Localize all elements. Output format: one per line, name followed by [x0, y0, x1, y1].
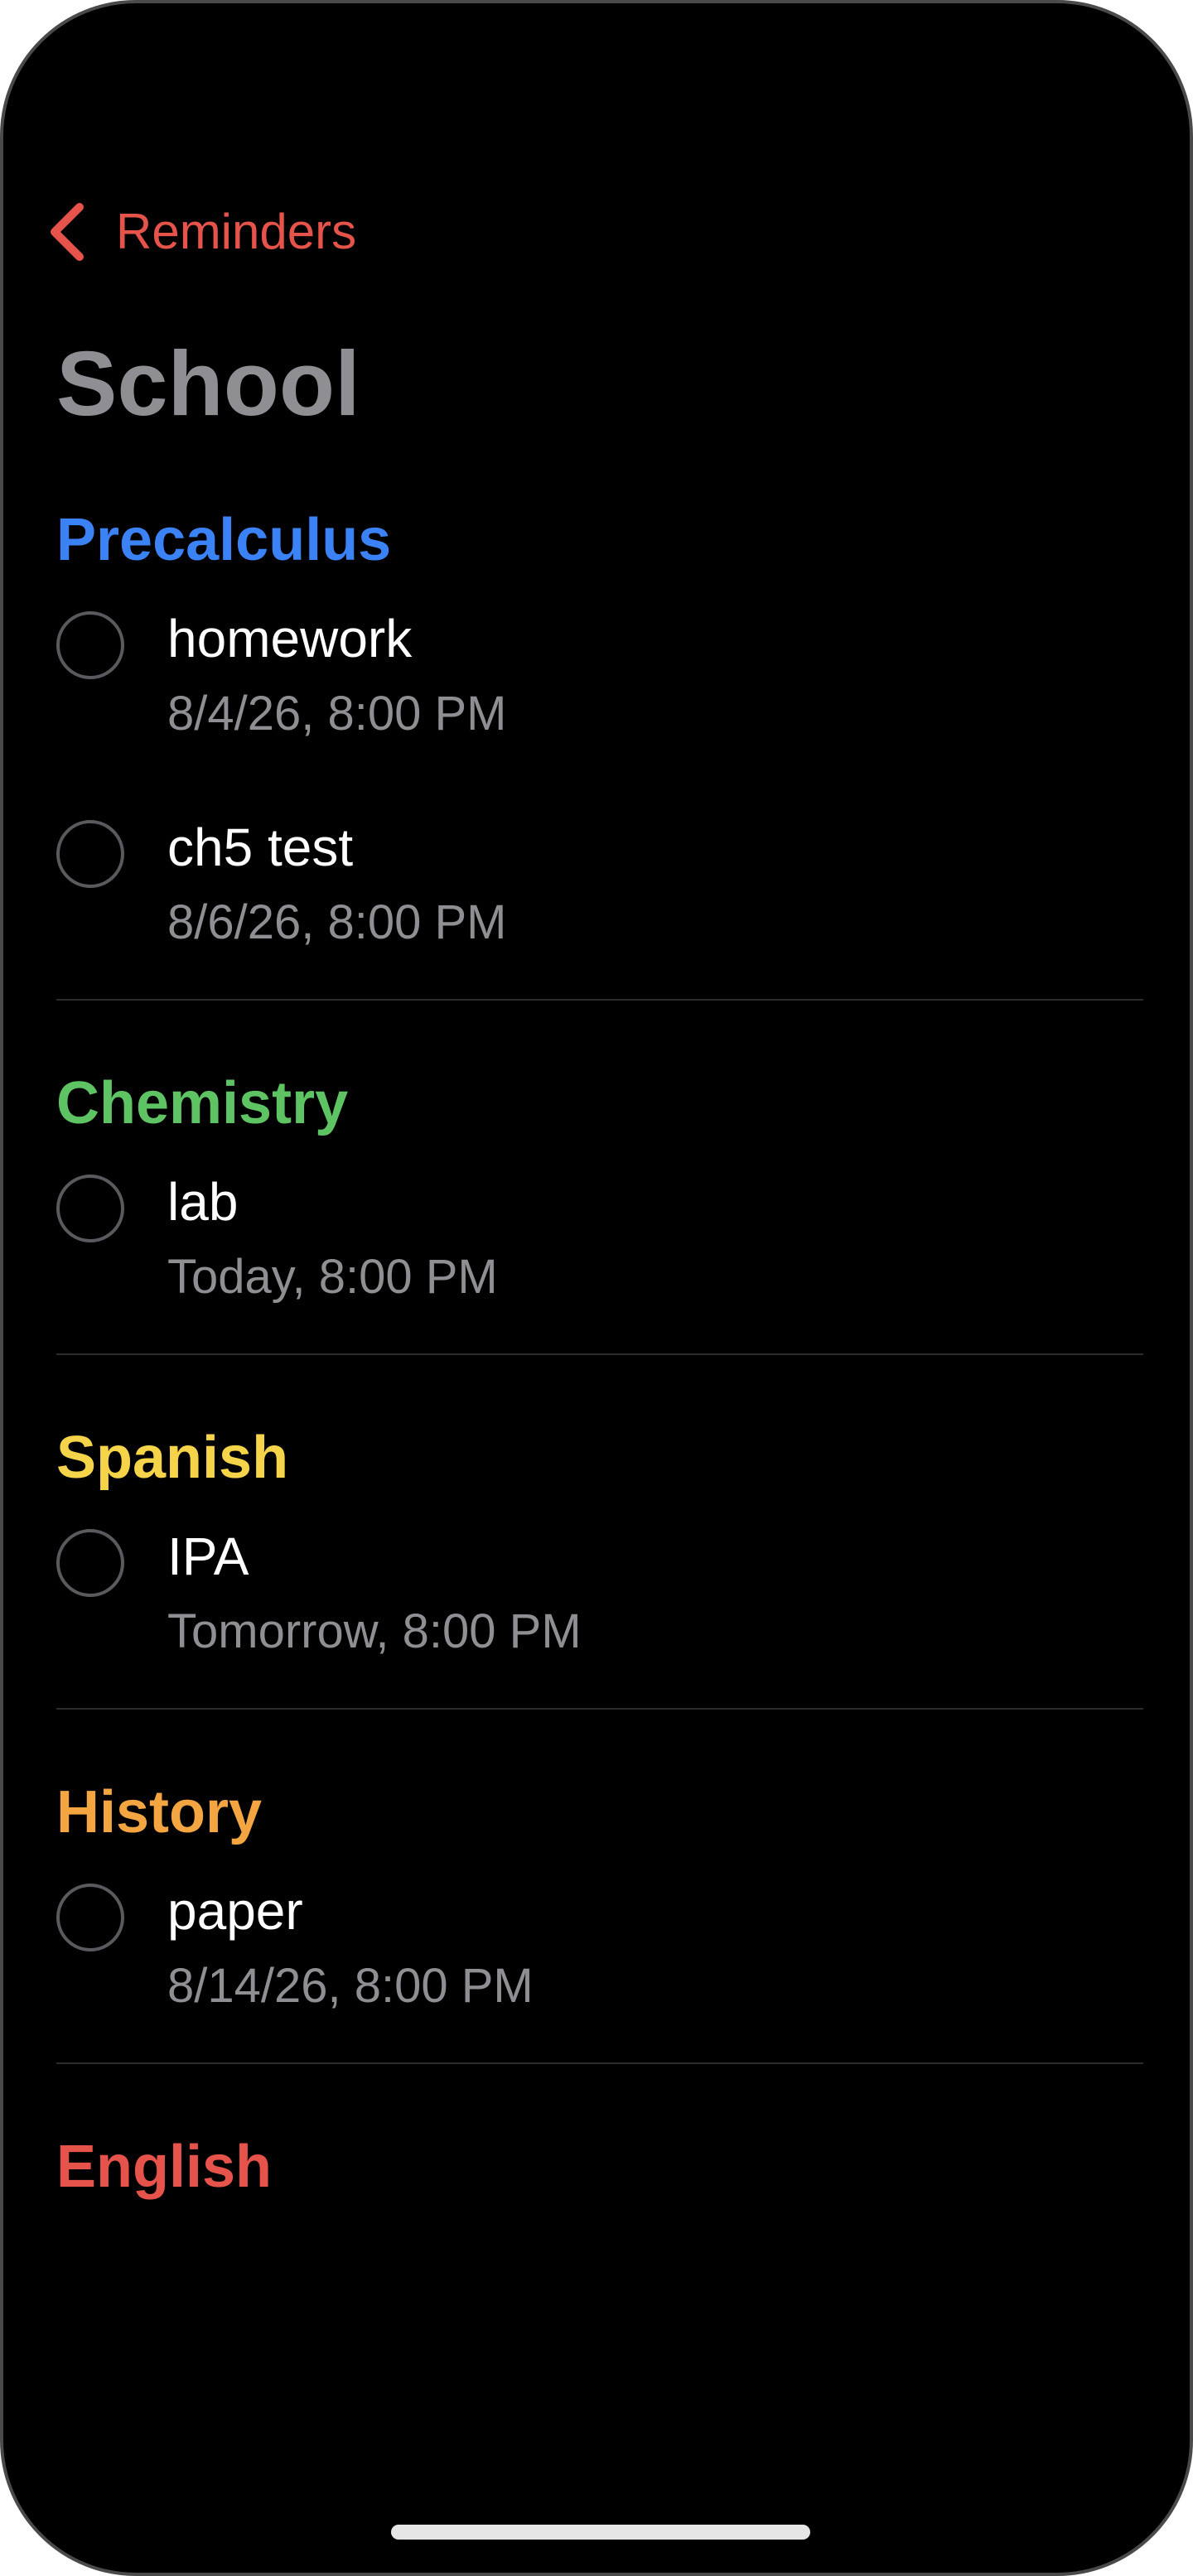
reminder-date: 8/6/26, 8:00 PM	[167, 895, 507, 949]
empty-circle-icon[interactable]	[56, 1884, 124, 1951]
reminder-title[interactable]: ch5 test	[167, 810, 353, 885]
reminder-title[interactable]: IPA	[167, 1519, 249, 1594]
empty-circle-icon[interactable]	[56, 820, 124, 888]
phone-screen: Reminders School Precalculus homework 8/…	[0, 0, 1193, 2576]
reminder-title[interactable]: lab	[167, 1165, 238, 1239]
chevron-left-icon	[46, 202, 85, 262]
back-button[interactable]: Reminders	[46, 192, 356, 272]
section-title[interactable]: History	[56, 1771, 1190, 1854]
section-chemistry: Chemistry lab Today, 8:00 PM	[3, 1001, 1190, 1355]
section-spanish: Spanish IPA Tomorrow, 8:00 PM	[3, 1355, 1190, 1710]
reminder-date: Today, 8:00 PM	[167, 1250, 498, 1304]
section-title[interactable]: Spanish	[56, 1416, 1190, 1499]
reminder-date: 8/14/26, 8:00 PM	[167, 1959, 534, 2013]
section-title[interactable]: English	[56, 2125, 1190, 2208]
empty-circle-icon[interactable]	[56, 611, 124, 679]
reminder-title[interactable]: paper	[167, 1874, 303, 1948]
section-history: History paper 8/14/26, 8:00 PM	[3, 1710, 1190, 2064]
reminder-item[interactable]: paper 8/14/26, 8:00 PM	[3, 1874, 1190, 2062]
reminder-sections: Precalculus homework 8/4/26, 8:00 PM ch5…	[3, 499, 1190, 2208]
page-title: School	[56, 333, 360, 435]
back-button-label: Reminders	[116, 204, 357, 259]
reminder-item[interactable]: IPA Tomorrow, 8:00 PM	[3, 1519, 1190, 1708]
reminder-item[interactable]: lab Today, 8:00 PM	[3, 1165, 1190, 1353]
section-title[interactable]: Precalculus	[56, 499, 1190, 581]
reminder-date: 8/4/26, 8:00 PM	[167, 687, 507, 740]
section-precalculus: Precalculus homework 8/4/26, 8:00 PM ch5…	[3, 499, 1190, 1001]
section-english: English	[3, 2064, 1190, 2208]
reminder-item[interactable]: homework 8/4/26, 8:00 PM	[3, 601, 1190, 790]
reminder-date: Tomorrow, 8:00 PM	[167, 1604, 582, 1658]
home-indicator[interactable]	[391, 2525, 810, 2540]
section-title[interactable]: Chemistry	[56, 1062, 1190, 1145]
empty-circle-icon[interactable]	[56, 1529, 124, 1597]
reminder-title[interactable]: homework	[167, 601, 412, 676]
empty-circle-icon[interactable]	[56, 1175, 124, 1242]
reminder-item[interactable]: ch5 test 8/6/26, 8:00 PM	[3, 810, 1190, 999]
